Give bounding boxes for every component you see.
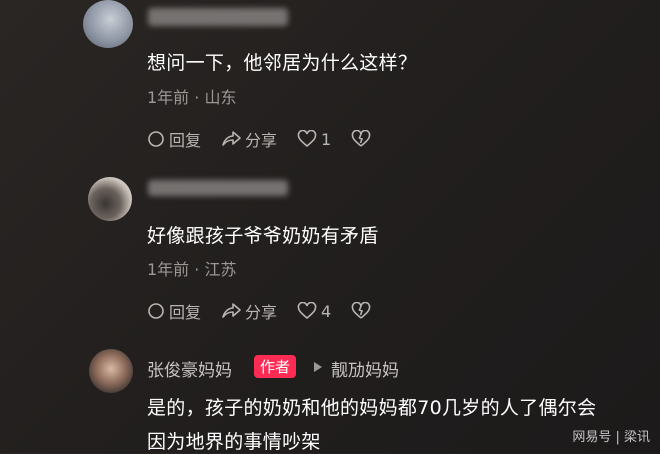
reply-button[interactable]: 回复 — [147, 127, 201, 151]
like-count: 1 — [321, 129, 332, 149]
share-icon — [222, 303, 241, 318]
reply-icon — [148, 131, 164, 147]
heart-icon — [297, 130, 317, 148]
share-button[interactable]: 分享 — [221, 127, 277, 151]
heart-icon — [297, 302, 317, 320]
reply-label: 回复 — [169, 303, 202, 322]
avatar[interactable] — [88, 177, 132, 221]
reply-button[interactable]: 回复 — [147, 299, 201, 323]
dislike-button[interactable] — [351, 130, 375, 148]
like-button[interactable]: 4 — [297, 302, 331, 321]
avatar[interactable] — [89, 349, 133, 393]
comment-meta: 1年前 · 山东 — [147, 88, 237, 107]
avatar[interactable] — [83, 0, 133, 48]
share-button[interactable]: 分享 — [221, 299, 277, 323]
comment-text: 想问一下，他邻居为什么这样？ — [147, 52, 418, 74]
comment-text: 是的，孩子的奶奶和他的妈妈都70几岁的人了偶尔会 — [147, 397, 597, 419]
reply-to-name[interactable]: 靓劢妈妈 — [331, 356, 399, 381]
like-button[interactable]: 1 — [297, 130, 331, 149]
share-label: 分享 — [245, 303, 278, 322]
blurred-username — [148, 180, 288, 196]
comment-actions: 回复 分享 1 — [147, 127, 395, 151]
reply-icon — [148, 303, 164, 319]
broken-heart-icon — [351, 302, 371, 319]
broken-heart-icon — [351, 130, 371, 147]
comment-actions: 回复 分享 4 — [147, 299, 395, 323]
comment-text: 好像跟孩子爷爷奶奶有矛盾 — [147, 225, 379, 247]
share-label: 分享 — [245, 131, 278, 150]
watermark: 网易号 | 梁讯 — [572, 430, 650, 445]
comment-meta: 1年前 · 江苏 — [147, 260, 237, 279]
triangle-right-icon — [314, 362, 322, 372]
reply-label: 回复 — [169, 131, 202, 150]
author-badge: 作者 — [254, 355, 297, 378]
author-name[interactable]: 张俊豪妈妈 — [147, 356, 232, 381]
like-count: 4 — [321, 301, 332, 321]
comment-text: 因为地界的事情吵架 — [147, 431, 321, 453]
blurred-username — [148, 8, 288, 26]
dislike-button[interactable] — [351, 302, 375, 320]
share-icon — [222, 131, 241, 146]
